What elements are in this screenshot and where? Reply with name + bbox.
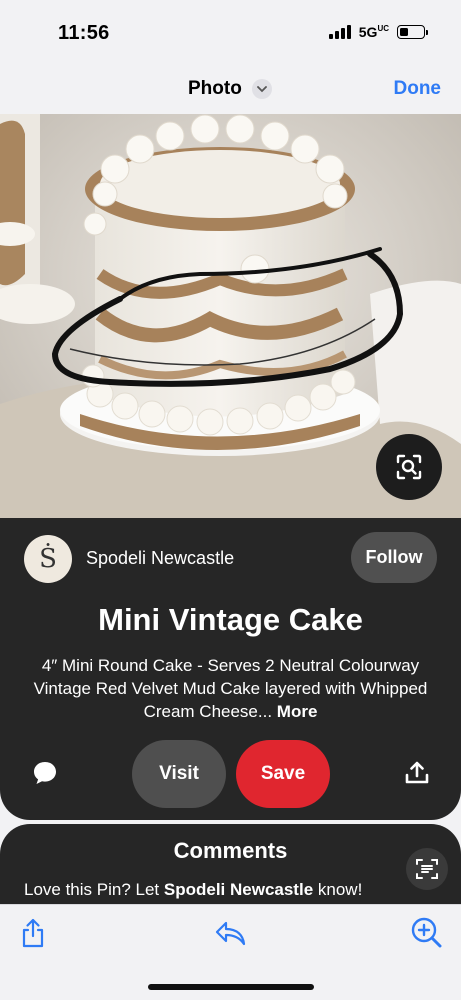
signal-icon [328,25,351,39]
pin-description: 4″ Mini Round Cake - Serves 2 Neutral Co… [28,654,433,723]
nav-bar: Photo Done [0,64,461,114]
status-time: 11:56 [58,22,110,44]
network-label: 5GUC [359,24,389,40]
nav-title: Photo [188,78,242,99]
home-indicator [148,984,314,990]
status-bar: 11:56 5GUC [0,0,461,64]
follow-button[interactable]: Follow [351,532,437,583]
pin-title: Mini Vintage Cake [98,602,363,637]
more-link[interactable]: More [277,702,318,721]
reply-toolbar-button[interactable] [214,920,246,951]
network-suffix: UC [377,24,389,33]
zoom-toolbar-button[interactable] [410,916,442,953]
comment-icon [34,762,56,784]
save-button[interactable]: Save [236,740,330,808]
chevron-down-icon [251,79,272,99]
comments-prompt-name: Spodeli Newcastle [163,880,314,899]
comment-button[interactable] [32,760,58,791]
avatar[interactable]: Ṡ [24,535,72,583]
visual-search-button[interactable] [376,434,442,500]
visual-search-icon [396,454,422,480]
comments-prompt[interactable]: Love this Pin? Let Spodeli Newcastle kno… [24,880,362,900]
live-text-icon [416,859,438,879]
comments-title: Comments [173,838,288,863]
visit-button[interactable]: Visit [132,740,226,808]
photo-title-menu[interactable]: Photo [188,78,272,100]
comments-prompt-prefix: Love this Pin? Let [24,880,164,899]
done-button[interactable]: Done [394,78,442,100]
share-toolbar-button[interactable] [20,918,46,953]
live-text-button[interactable] [406,848,448,890]
share-button[interactable] [404,760,430,791]
battery-icon [397,25,428,39]
battery-level [400,28,408,36]
status-indicators: 5GUC [328,24,428,40]
reply-icon [215,921,246,946]
zoom-in-icon [411,917,442,948]
share-icon [22,918,44,948]
share-icon [405,761,429,784]
pin-description-text: 4″ Mini Round Cake - Serves 2 Neutral Co… [33,656,428,721]
network-type: 5G [358,24,378,40]
creator-name[interactable]: Spodeli Newcastle [86,548,234,569]
comments-prompt-suffix: know! [313,880,363,899]
